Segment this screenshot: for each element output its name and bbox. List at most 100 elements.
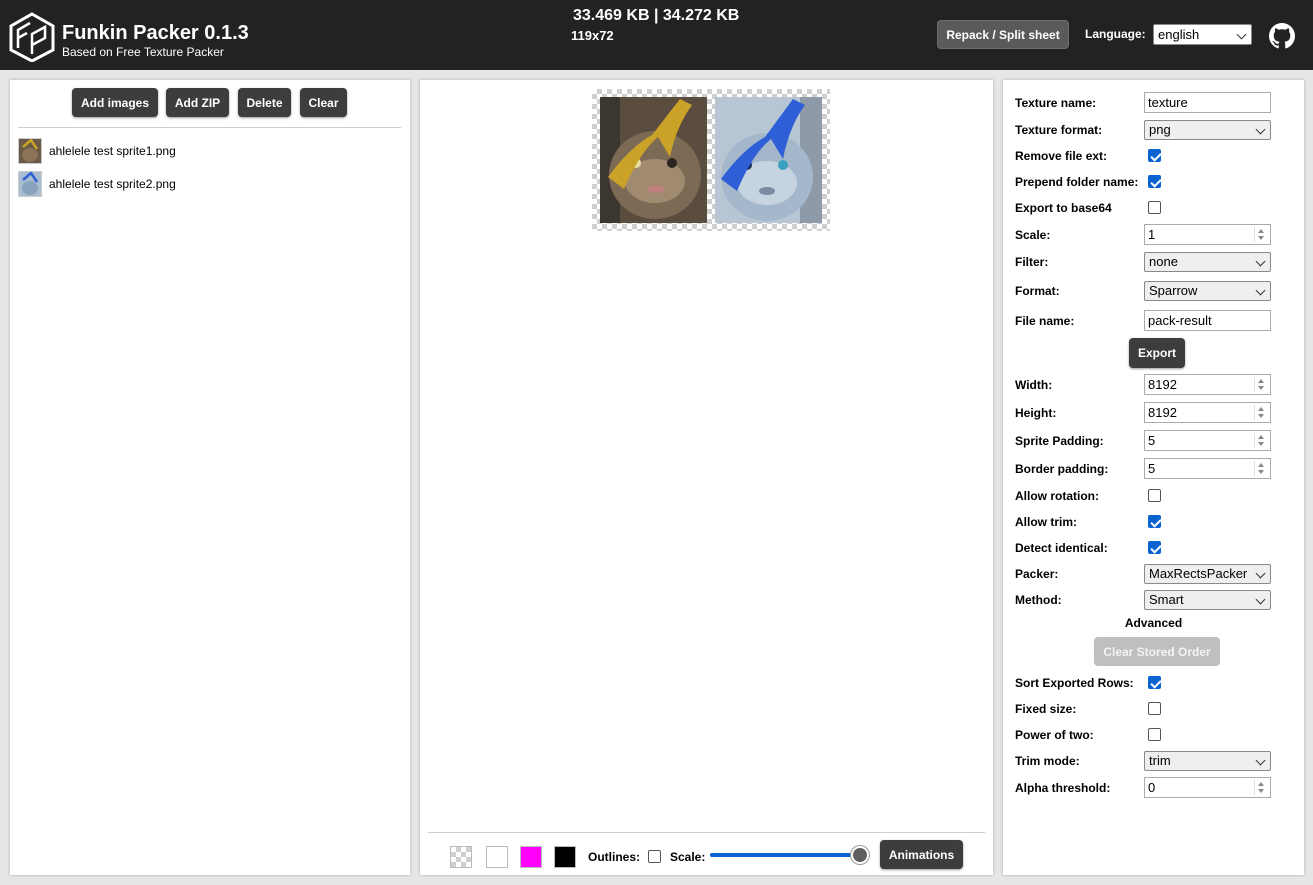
scale-input[interactable]: 1 — [1144, 224, 1271, 245]
power-of-two-checkbox[interactable] — [1148, 728, 1161, 741]
sprite-1[interactable] — [600, 97, 707, 223]
chevron-down-icon — [1255, 256, 1266, 267]
chevron-down-icon — [1255, 568, 1266, 579]
packer-label: Packer: — [1015, 567, 1059, 581]
file-name-label: File name: — [1015, 314, 1075, 328]
input-value: 0 — [1148, 780, 1156, 795]
divider — [428, 832, 985, 833]
outlines-label: Outlines: — [588, 850, 641, 864]
scale-label: Scale: — [670, 850, 706, 864]
prepend-folder-label: Prepend folder name: — [1015, 175, 1139, 189]
allow-rotation-checkbox[interactable] — [1148, 489, 1161, 502]
detect-identical-label: Detect identical: — [1015, 541, 1108, 555]
sort-exported-rows-label: Sort Exported Rows: — [1015, 676, 1134, 690]
preview-panel: Outlines: Scale: Animations — [420, 80, 993, 875]
width-label: Width: — [1015, 378, 1053, 392]
height-input[interactable]: 8192 — [1144, 402, 1271, 423]
texture-format-select[interactable]: png — [1144, 120, 1271, 140]
spinner-icon[interactable] — [1254, 780, 1267, 795]
texture-format-label: Texture format: — [1015, 123, 1103, 137]
sprite-sheet-preview — [592, 89, 830, 231]
remove-file-ext-checkbox[interactable] — [1148, 149, 1161, 162]
select-value: Smart — [1149, 592, 1184, 607]
filter-label: Filter: — [1015, 255, 1049, 269]
input-value: 5 — [1148, 461, 1156, 476]
github-icon[interactable] — [1269, 23, 1295, 49]
repack-split-button[interactable]: Repack / Split sheet — [937, 20, 1069, 49]
texture-name-label: Texture name: — [1015, 96, 1097, 110]
spinner-icon[interactable] — [1254, 405, 1267, 420]
sprite-padding-input[interactable]: 5 — [1144, 430, 1271, 451]
remove-file-ext-label: Remove file ext: — [1015, 149, 1108, 163]
format-select[interactable]: Sparrow — [1144, 281, 1271, 301]
file-name-input[interactable]: pack-result — [1144, 310, 1271, 331]
chevron-down-icon — [1255, 755, 1266, 766]
alpha-threshold-label: Alpha threshold: — [1015, 781, 1111, 795]
add-images-button[interactable]: Add images — [72, 88, 158, 117]
height-label: Height: — [1015, 406, 1057, 420]
advanced-heading: Advanced — [1124, 616, 1183, 630]
outlines-checkbox[interactable] — [648, 850, 661, 863]
list-item[interactable]: ahlelele test sprite2.png — [18, 170, 398, 198]
delete-button[interactable]: Delete — [238, 88, 291, 117]
animations-button[interactable]: Animations — [880, 840, 963, 869]
method-select[interactable]: Smart — [1144, 590, 1271, 610]
sprite-thumbnail — [18, 171, 42, 197]
clear-button[interactable]: Clear — [300, 88, 347, 117]
sheet-dimensions: 119x72 — [571, 28, 614, 43]
input-value: 8192 — [1148, 405, 1177, 420]
border-padding-input[interactable]: 5 — [1144, 458, 1271, 479]
allow-trim-checkbox[interactable] — [1148, 515, 1161, 528]
packer-select[interactable]: MaxRectsPacker — [1144, 564, 1271, 584]
sort-exported-rows-checkbox[interactable] — [1148, 676, 1161, 689]
fixed-size-checkbox[interactable] — [1148, 702, 1161, 715]
bg-white-swatch[interactable] — [486, 846, 508, 868]
scale-setting-label: Scale: — [1015, 228, 1051, 242]
bg-magenta-swatch[interactable] — [520, 846, 542, 868]
sprite-padding-label: Sprite Padding: — [1015, 434, 1104, 448]
method-label: Method: — [1015, 593, 1062, 607]
sprite-2[interactable] — [715, 97, 822, 223]
trim-mode-label: Trim mode: — [1015, 754, 1080, 768]
format-label: Format: — [1015, 284, 1060, 298]
allow-rotation-label: Allow rotation: — [1015, 489, 1099, 503]
width-input[interactable]: 8192 — [1144, 374, 1271, 395]
spinner-icon[interactable] — [1254, 227, 1267, 242]
scale-slider-handle[interactable] — [851, 846, 869, 864]
select-value: png — [1149, 122, 1171, 137]
clear-stored-order-button[interactable]: Clear Stored Order — [1094, 637, 1220, 666]
detect-identical-checkbox[interactable] — [1148, 541, 1161, 554]
app-header: Funkin Packer 0.1.3 Based on Free Textur… — [0, 0, 1313, 70]
trim-mode-select[interactable]: trim — [1144, 751, 1271, 771]
export-base64-checkbox[interactable] — [1148, 201, 1161, 214]
power-of-two-label: Power of two: — [1015, 728, 1094, 742]
spinner-icon[interactable] — [1254, 461, 1267, 476]
filter-select[interactable]: none — [1144, 252, 1271, 272]
input-value: 1 — [1148, 227, 1156, 242]
spinner-icon[interactable] — [1254, 377, 1267, 392]
sprite-thumbnail — [18, 138, 42, 164]
alpha-threshold-input[interactable]: 0 — [1144, 777, 1271, 798]
texture-name-input[interactable]: texture — [1144, 92, 1271, 113]
input-value: 8192 — [1148, 377, 1177, 392]
file-size-readout: 33.469 KB | 34.272 KB — [573, 7, 740, 24]
add-zip-button[interactable]: Add ZIP — [166, 88, 229, 117]
language-select[interactable]: english — [1153, 24, 1252, 45]
export-button[interactable]: Export — [1129, 338, 1185, 368]
chevron-down-icon — [1255, 285, 1266, 296]
file-name: ahlelele test sprite1.png — [49, 144, 176, 158]
bg-checker-swatch[interactable] — [450, 846, 472, 868]
fixed-size-label: Fixed size: — [1015, 702, 1077, 716]
spinner-icon[interactable] — [1254, 433, 1267, 448]
divider — [18, 127, 401, 128]
chevron-down-icon — [1255, 124, 1266, 135]
bg-black-swatch[interactable] — [554, 846, 576, 868]
images-panel: Add images Add ZIP Delete Clear ahlelele… — [10, 80, 410, 875]
prepend-folder-checkbox[interactable] — [1148, 175, 1161, 188]
export-base64-label: Export to base64 — [1015, 201, 1112, 215]
funkin-packer-logo-icon — [9, 12, 55, 62]
app-subtitle: Based on Free Texture Packer — [62, 45, 224, 59]
list-item[interactable]: ahlelele test sprite1.png — [18, 137, 398, 165]
scale-slider-track[interactable] — [710, 853, 860, 857]
app-title: Funkin Packer 0.1.3 — [62, 22, 249, 44]
